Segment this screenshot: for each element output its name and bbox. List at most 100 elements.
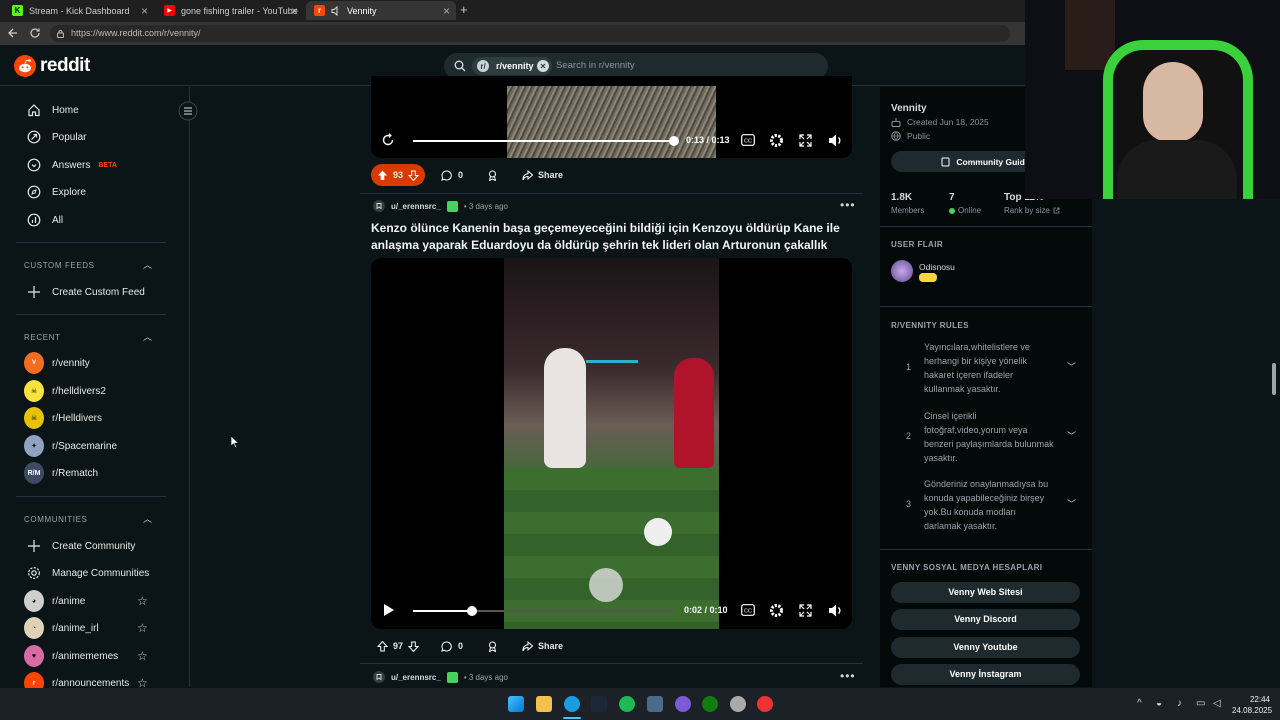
- xbox-icon[interactable]: [702, 696, 718, 712]
- fullscreen-icon[interactable]: [799, 604, 812, 617]
- speaker-icon[interactable]: ◁: [1213, 698, 1221, 709]
- create-custom-feed-button[interactable]: Create Custom Feed: [24, 282, 145, 302]
- recent-header[interactable]: RECENT: [24, 333, 61, 342]
- favorite-star-icon[interactable]: ☆: [137, 649, 148, 663]
- custom-feeds-header[interactable]: CUSTOM FEEDS: [24, 261, 95, 270]
- manage-communities-button[interactable]: Manage Communities: [24, 563, 149, 583]
- reload-icon[interactable]: [29, 27, 41, 39]
- collapse-sidebar-button[interactable]: [178, 101, 198, 121]
- sidebar-item-r-helldivers2[interactable]: ☠ r/helldivers2: [24, 380, 106, 402]
- social-button-website[interactable]: Venny Web Sitesi: [891, 582, 1080, 603]
- chevron-down-icon[interactable]: ﹀: [1067, 497, 1076, 510]
- downvote-icon[interactable]: [408, 170, 420, 181]
- tray-chevron-icon[interactable]: ^: [1137, 698, 1142, 709]
- sidebar-item-r-rematch[interactable]: R/M r/Rematch: [24, 462, 98, 484]
- play-icon[interactable]: [383, 603, 395, 617]
- downvote-icon[interactable]: [408, 641, 420, 652]
- sidebar-item-answers[interactable]: Answers BETA: [24, 155, 117, 175]
- share-button[interactable]: Share: [514, 635, 571, 657]
- sidebar-item-explore[interactable]: Explore: [24, 182, 86, 202]
- video-progress-bar[interactable]: [413, 140, 675, 142]
- sidebar-item-r-vennity[interactable]: V r/vennity: [24, 352, 90, 374]
- chevron-down-icon[interactable]: ﹀: [1067, 360, 1076, 373]
- sidebar-item-r-animememes[interactable]: ♥ r/animememes: [24, 645, 118, 667]
- sidebar-item-r-anime-irl[interactable]: ◔ r/anime_irl: [24, 617, 99, 639]
- new-tab-button[interactable]: +: [460, 2, 468, 17]
- app-icon[interactable]: [647, 696, 663, 712]
- sidebar-item-home[interactable]: Home: [24, 100, 79, 120]
- url-field[interactable]: https://www.reddit.com/r/vennity/: [50, 25, 1010, 42]
- social-button-discord[interactable]: Venny Discord: [891, 609, 1080, 630]
- social-button-instagram[interactable]: Venny İnstagram: [891, 664, 1080, 685]
- post-video-player[interactable]: 0:13 / 0:13 CC: [371, 76, 852, 158]
- user-avatar-icon[interactable]: [373, 200, 385, 212]
- spotify-icon[interactable]: [619, 696, 635, 712]
- comments-button[interactable]: 0: [433, 164, 471, 186]
- favorite-star-icon[interactable]: ☆: [137, 594, 148, 608]
- chevron-up-icon[interactable]: ︿: [143, 330, 152, 343]
- award-button[interactable]: [479, 635, 506, 657]
- display-icon[interactable]: ▭: [1196, 698, 1205, 709]
- post-video-player[interactable]: 0:02 / 0:10 CC: [371, 258, 852, 629]
- chevron-up-icon[interactable]: ︿: [143, 512, 152, 525]
- upvote-icon[interactable]: [377, 170, 388, 181]
- volume-icon[interactable]: [828, 133, 843, 148]
- create-community-button[interactable]: Create Community: [24, 536, 135, 556]
- post-author[interactable]: u/_erennsrc_: [391, 202, 441, 211]
- subreddit-search-chip[interactable]: r/ r/vennity: [472, 57, 552, 75]
- scrollbar-thumb[interactable]: [1272, 363, 1276, 395]
- award-button[interactable]: [479, 164, 506, 186]
- clock[interactable]: 22:44 24.08.2025: [1232, 694, 1272, 716]
- post-meta: u/_erennsrc_ • 3 days ago: [373, 671, 508, 683]
- sidebar-item-popular[interactable]: Popular: [24, 127, 86, 147]
- video-controls: 0:02 / 0:10 CC: [371, 596, 852, 626]
- sidebar-item-r-helldivers[interactable]: ☠ r/Helldivers: [24, 407, 102, 429]
- close-tab-icon[interactable]: ×: [291, 4, 298, 18]
- replay-icon[interactable]: [381, 133, 395, 147]
- clear-chip-icon[interactable]: [536, 60, 549, 72]
- comments-button[interactable]: 0: [433, 635, 471, 657]
- captions-icon[interactable]: CC: [741, 604, 755, 616]
- obs-icon[interactable]: [730, 696, 746, 712]
- social-button-youtube[interactable]: Venny Youtube: [891, 637, 1080, 658]
- reddit-logo[interactable]: reddit: [14, 55, 90, 77]
- browser-tab-youtube[interactable]: ▶ gone fishing trailer - YouTube ×: [156, 1, 304, 20]
- site-info-icon[interactable]: [56, 29, 65, 38]
- steam-icon[interactable]: [591, 696, 607, 712]
- edge-browser-icon[interactable]: [564, 696, 580, 712]
- mouse-cursor-icon: [231, 436, 239, 448]
- chevron-down-icon[interactable]: ﹀: [1067, 429, 1076, 442]
- sidebar-item-all[interactable]: All: [24, 210, 63, 230]
- microphone-icon[interactable]: ♪: [1177, 698, 1182, 709]
- browser-tab-vennity[interactable]: r Vennity ×: [306, 1, 456, 20]
- share-button[interactable]: Share: [514, 164, 571, 186]
- more-options-icon[interactable]: •••: [840, 198, 856, 212]
- video-scrubber-handle[interactable]: [467, 606, 477, 616]
- user-avatar-icon[interactable]: [373, 671, 385, 683]
- settings-gear-icon[interactable]: [769, 133, 784, 148]
- app-icon[interactable]: [757, 696, 773, 712]
- post-title[interactable]: Kenzo ölünce Kanenin başa geçemeyeceğini…: [371, 220, 841, 254]
- settings-gear-icon[interactable]: [769, 603, 784, 618]
- volume-icon[interactable]: [828, 603, 843, 618]
- post-author[interactable]: u/_erennsrc_: [391, 673, 441, 682]
- close-tab-icon[interactable]: ×: [141, 4, 148, 18]
- discord-icon[interactable]: [675, 696, 691, 712]
- communities-header[interactable]: COMMUNITIES: [24, 515, 88, 524]
- close-tab-icon[interactable]: ×: [443, 4, 450, 18]
- browser-tab-kick[interactable]: K Stream - Kick Dashboard ×: [4, 1, 154, 20]
- more-options-icon[interactable]: •••: [840, 669, 856, 683]
- captions-icon[interactable]: CC: [741, 134, 755, 146]
- sidebar-item-r-anime[interactable]: ◕ r/anime: [24, 590, 85, 612]
- search-placeholder[interactable]: Search in r/vennity: [556, 60, 635, 71]
- favorite-star-icon[interactable]: ☆: [137, 621, 148, 635]
- fullscreen-icon[interactable]: [799, 134, 812, 147]
- sidebar-item-r-spacemarine[interactable]: ✦ r/Spacemarine: [24, 435, 117, 457]
- upvote-icon[interactable]: [377, 640, 388, 652]
- back-icon[interactable]: [7, 27, 19, 39]
- video-scrubber-handle[interactable]: [669, 136, 679, 146]
- network-icon[interactable]: ◒: [1156, 698, 1162, 709]
- chevron-up-icon[interactable]: ︿: [143, 258, 152, 271]
- file-explorer-icon[interactable]: [536, 696, 552, 712]
- windows-start-icon[interactable]: [508, 696, 524, 712]
